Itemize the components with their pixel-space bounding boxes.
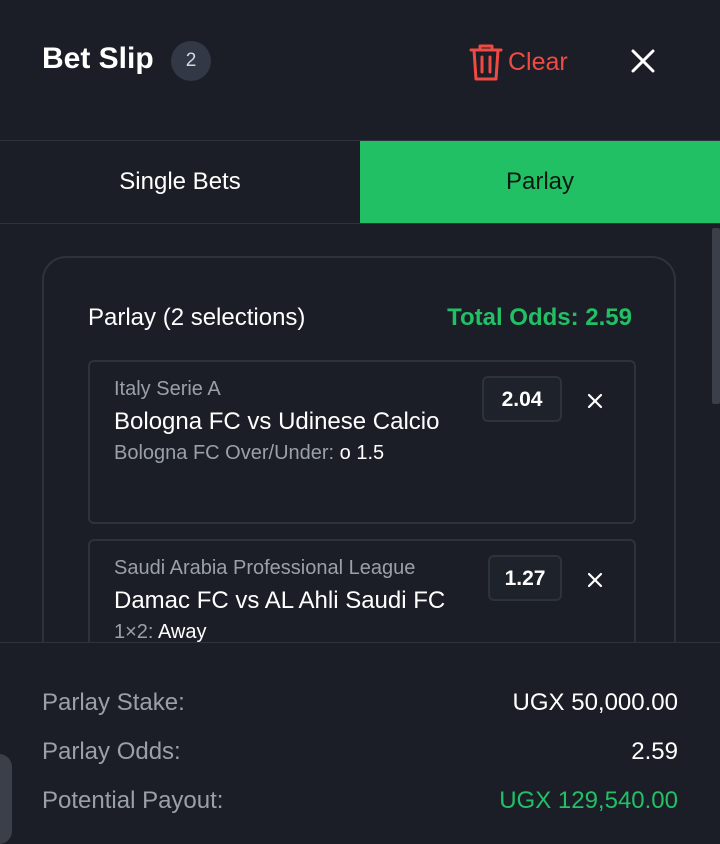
payout-label: Potential Payout: xyxy=(42,787,224,814)
selection-market-label: 1×2: xyxy=(114,621,154,642)
selection-market-label: Bologna FC Over/Under: xyxy=(114,442,335,464)
bet-type-tabs: Single Bets Parlay xyxy=(0,141,720,224)
selection-count-badge: 2 xyxy=(171,41,211,81)
stake-row: Parlay Stake: UGX 50,000.00 xyxy=(42,689,678,719)
close-icon xyxy=(584,572,606,595)
selection-pick: o 1.5 xyxy=(339,442,385,464)
total-odds: Total Odds: 2.59 xyxy=(447,304,632,331)
close-icon xyxy=(584,393,606,416)
selection-match: Damac FC vs AL Ahli Saudi FC xyxy=(114,587,446,614)
payout-value: UGX 129,540.00 xyxy=(499,787,678,814)
selection-item: Saudi Arabia Professional League Damac F… xyxy=(88,539,636,642)
parlay-heading: Parlay (2 selections) xyxy=(88,304,306,331)
selection-market: Bologna FC Over/Under: o 1.5 xyxy=(114,442,384,465)
remove-selection-button[interactable] xyxy=(584,390,606,412)
odds-row: Parlay Odds: 2.59 xyxy=(42,738,678,768)
selection-market: 1×2: Away xyxy=(114,621,206,642)
stake-label: Parlay Stake: xyxy=(42,689,185,716)
parlay-odds-label: Parlay Odds: xyxy=(42,738,181,765)
parlay-odds-value: 2.59 xyxy=(631,738,678,765)
payout-row: Potential Payout: UGX 129,540.00 xyxy=(42,787,678,817)
remove-selection-button[interactable] xyxy=(584,569,606,591)
parlay-card: Parlay (2 selections) Total Odds: 2.59 I… xyxy=(42,256,676,642)
bet-slip-header: Bet Slip 2 Clear xyxy=(0,0,720,141)
page-title: Bet Slip xyxy=(42,42,154,75)
selection-pick: Away xyxy=(157,621,207,642)
close-button[interactable] xyxy=(626,44,660,78)
close-icon xyxy=(626,49,660,82)
selection-item: Italy Serie A Bologna FC vs Udinese Calc… xyxy=(88,360,636,524)
tab-parlay[interactable]: Parlay xyxy=(360,141,720,223)
scrollbar-thumb[interactable] xyxy=(712,228,720,404)
selection-odds[interactable]: 2.04 xyxy=(482,376,562,422)
bet-slip-content[interactable]: Parlay (2 selections) Total Odds: 2.59 I… xyxy=(0,224,720,642)
clear-button[interactable]: Clear xyxy=(468,41,568,83)
parlay-summary: Parlay Stake: UGX 50,000.00 Parlay Odds:… xyxy=(0,642,720,832)
stake-value: UGX 50,000.00 xyxy=(512,689,678,716)
selection-league: Saudi Arabia Professional League xyxy=(114,557,416,579)
tab-single-bets[interactable]: Single Bets xyxy=(0,141,360,223)
selection-league: Italy Serie A xyxy=(114,378,221,400)
selection-odds[interactable]: 1.27 xyxy=(488,555,562,601)
trash-icon xyxy=(468,42,504,82)
selection-match: Bologna FC vs Udinese Calcio xyxy=(114,408,440,435)
clear-label: Clear xyxy=(508,47,568,76)
